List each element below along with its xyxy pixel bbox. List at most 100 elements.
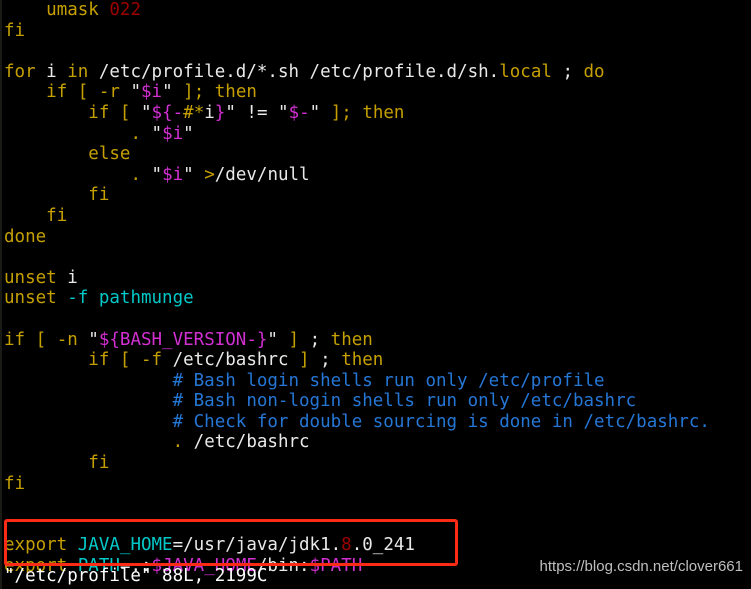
code-token: fi bbox=[4, 473, 26, 494]
code-token: ; bbox=[320, 350, 342, 371]
code-token: local bbox=[499, 61, 552, 82]
code-token: umask bbox=[46, 0, 110, 20]
code-token: " bbox=[183, 164, 205, 185]
code-token: " bbox=[151, 164, 163, 185]
code-token: /etc/bashrc bbox=[193, 432, 310, 453]
line-fi-4: fi bbox=[0, 453, 751, 474]
line-comment-2: # Bash non-login shells run only /etc/ba… bbox=[0, 391, 751, 412]
code-token: #* bbox=[183, 102, 205, 123]
code-token: ] bbox=[288, 329, 310, 350]
code-token: if bbox=[88, 350, 120, 371]
code-token: /etc/profile.d/*.sh /etc/profile.d/sh. bbox=[98, 61, 500, 82]
code-token: [ bbox=[35, 329, 57, 350]
code-token: if bbox=[4, 329, 36, 350]
code-token: unset bbox=[4, 267, 68, 288]
code-token: 8 bbox=[341, 535, 352, 556]
code-token: done bbox=[4, 226, 47, 247]
code-token: # Bash non-login shells run only /etc/ba… bbox=[172, 391, 637, 412]
line-blank-1 bbox=[0, 41, 751, 62]
line-fi-5: fi bbox=[0, 474, 751, 495]
line-if-bash-ver: if [ -n "${BASH_VERSION-}" ] ; then bbox=[0, 330, 751, 351]
code-token: fi bbox=[46, 205, 68, 226]
code-token: pathmunge bbox=[98, 288, 194, 309]
code-token: do bbox=[583, 61, 605, 82]
line-fi-3: fi bbox=[0, 206, 751, 227]
code-token: $i bbox=[162, 164, 184, 185]
csdn-watermark: https://blog.csdn.net/clover661 bbox=[539, 558, 743, 575]
code-token: } bbox=[214, 102, 226, 123]
code-token: then bbox=[214, 82, 257, 103]
code-token: in bbox=[67, 61, 99, 82]
code-token: [ bbox=[77, 82, 99, 103]
code-token: " bbox=[162, 82, 184, 103]
code-token: " bbox=[278, 102, 289, 123]
line-if-r: if [ -r "$i" ]; then bbox=[0, 82, 751, 103]
code-token: > bbox=[204, 164, 215, 185]
code-token: $PATH bbox=[309, 556, 363, 577]
code-token: i bbox=[67, 267, 78, 288]
line-unset-f: unset -f pathmunge bbox=[0, 288, 751, 309]
code-token: ]; bbox=[183, 82, 215, 103]
code-token: then bbox=[341, 350, 384, 371]
code-token: i bbox=[46, 61, 68, 82]
line-blank-2 bbox=[0, 247, 751, 268]
code-token: $i bbox=[141, 82, 163, 103]
code-token: ${BASH_VERSION-} bbox=[98, 329, 268, 350]
line-export-java-home: export JAVA_HOME=/usr/java/jdk1.8.0_241 bbox=[0, 535, 751, 556]
code-token: 022 bbox=[109, 0, 141, 20]
line-source-bashrc: . /etc/bashrc bbox=[0, 432, 751, 453]
line-else: else bbox=[0, 144, 751, 165]
code-token: /etc/bashrc bbox=[172, 350, 300, 371]
line-source-null: . "$i" >/dev/null bbox=[0, 165, 751, 186]
code-token: -r bbox=[98, 82, 131, 103]
line-if-dash: if [ "${-#*i}" != "$-" ]; then bbox=[0, 103, 751, 124]
code-token: " bbox=[151, 123, 163, 144]
code-token: $- bbox=[288, 102, 310, 123]
line-comment-3: # Check for double sourcing is done in /… bbox=[0, 412, 751, 433]
line-blank-4 bbox=[0, 494, 751, 515]
line-blank-3 bbox=[0, 309, 751, 330]
code-token: -f bbox=[140, 350, 173, 371]
code-token: ; bbox=[551, 61, 584, 82]
code-token: -f bbox=[67, 288, 89, 309]
code-token: unset bbox=[4, 288, 68, 309]
code-token: ${ bbox=[151, 102, 173, 123]
code-token: JAVA_HOME bbox=[77, 535, 173, 556]
code-token: fi bbox=[88, 453, 110, 474]
line-for: for i in /etc/profile.d/*.sh /etc/profil… bbox=[0, 62, 751, 83]
code-token: ]; bbox=[330, 102, 363, 123]
code-token: [ bbox=[119, 102, 141, 123]
line-done: done bbox=[0, 227, 751, 248]
code-token: . bbox=[172, 432, 194, 453]
line-fi-2: fi bbox=[0, 185, 751, 206]
code-token: ; bbox=[309, 329, 331, 350]
line-comment-1: # Bash login shells run only /etc/profil… bbox=[0, 371, 751, 392]
code-token: fi bbox=[4, 20, 26, 41]
vim-buffer-text[interactable]: umask 022 fi for i in /etc/profile.d/*.sh … bbox=[0, 0, 751, 577]
code-token: - bbox=[172, 102, 184, 123]
code-token: then bbox=[330, 329, 373, 350]
line-if-f-bashrc: if [ -f /etc/bashrc ] ; then bbox=[0, 350, 751, 371]
code-token: then bbox=[362, 102, 405, 123]
code-token: i bbox=[204, 102, 215, 123]
code-token: [ bbox=[119, 350, 141, 371]
code-token: $i bbox=[162, 123, 184, 144]
code-token: " bbox=[88, 329, 99, 350]
line-umask: umask 022 bbox=[0, 0, 751, 21]
code-token: if bbox=[46, 82, 78, 103]
line-unset-i: unset i bbox=[0, 268, 751, 289]
code-token: . bbox=[130, 164, 152, 185]
